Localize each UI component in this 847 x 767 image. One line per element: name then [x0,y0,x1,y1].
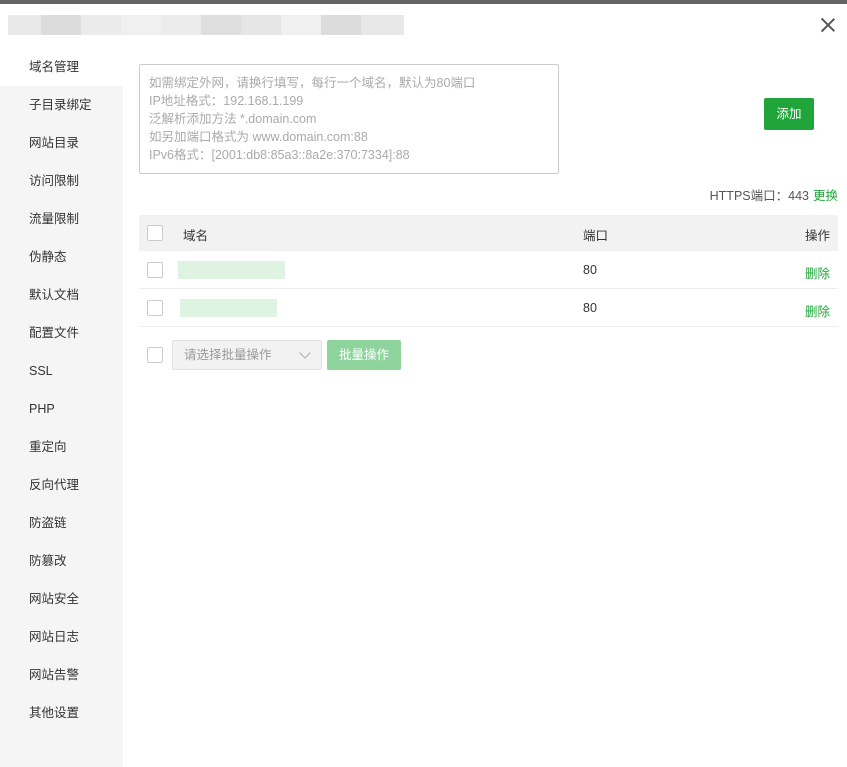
sidebar-item-site-security[interactable]: 网站安全 [0,580,123,618]
column-header-domain: 域名 [183,229,209,243]
main-panel: 如需绑定外网，请换行填写，每行一个域名，默认为80端口 IP地址格式：192.1… [123,48,847,767]
domain-redacted [178,261,285,279]
batch-select-all-checkbox[interactable] [147,347,163,363]
change-https-port-link[interactable]: 更换 [813,189,838,203]
delete-link[interactable]: 删除 [805,301,830,320]
sidebar-item-tamper-protection[interactable]: 防篡改 [0,542,123,580]
sidebar-item-redirect[interactable]: 重定向 [0,428,123,466]
row-checkbox[interactable] [147,300,163,316]
domain-textarea[interactable]: 如需绑定外网，请换行填写，每行一个域名，默认为80端口 IP地址格式：192.1… [139,64,559,174]
dialog-title-redacted [8,15,424,35]
sidebar-item-config-file[interactable]: 配置文件 [0,314,123,352]
sidebar-item-ssl[interactable]: SSL [0,352,123,390]
table-row: 80 删除 [139,251,838,289]
domain-table: 域名 端口 操作 80 删除 80 删除 [139,215,838,327]
sidebar-item-access-restriction[interactable]: 访问限制 [0,162,123,200]
sidebar-item-rewrite[interactable]: 伪静态 [0,238,123,276]
sidebar: 域名管理 子目录绑定 网站目录 访问限制 流量限制 伪静态 默认文档 配置文件 … [0,48,123,767]
select-all-checkbox[interactable] [147,225,163,241]
table-header: 域名 端口 操作 [139,215,838,251]
sidebar-item-reverse-proxy[interactable]: 反向代理 [0,466,123,504]
domain-redacted [180,299,277,317]
sidebar-item-hotlink-protection[interactable]: 防盗链 [0,504,123,542]
batch-operation-select[interactable]: 请选择批量操作 [172,340,322,370]
table-row: 80 删除 [139,289,838,327]
row-checkbox[interactable] [147,262,163,278]
placeholder-line: 如需绑定外网，请换行填写，每行一个域名，默认为80端口 [149,76,476,90]
batch-operation-button[interactable]: 批量操作 [327,340,401,370]
sidebar-item-site-directory[interactable]: 网站目录 [0,124,123,162]
column-header-port: 端口 [583,229,609,243]
dialog-header [0,4,847,48]
sidebar-item-site-alerts[interactable]: 网站告警 [0,656,123,694]
chevron-down-icon [299,347,311,359]
port-cell: 80 [583,263,597,277]
sidebar-item-traffic-limit[interactable]: 流量限制 [0,200,123,238]
https-port-line: HTTPS端口：443 更换 [710,185,838,204]
sidebar-item-default-document[interactable]: 默认文档 [0,276,123,314]
sidebar-item-site-logs[interactable]: 网站日志 [0,618,123,656]
placeholder-line: 如另加端口格式为 www.domain.com:88 [149,130,368,144]
batch-operations: 请选择批量操作 批量操作 [139,340,539,370]
sidebar-item-subdirectory-binding[interactable]: 子目录绑定 [0,86,123,124]
column-header-action: 操作 [804,229,830,243]
sidebar-item-other-settings[interactable]: 其他设置 [0,694,123,732]
port-cell: 80 [583,301,597,315]
batch-select-placeholder: 请选择批量操作 [184,348,272,362]
delete-link[interactable]: 删除 [805,263,830,282]
placeholder-line: 泛解析添加方法 *.domain.com [149,112,317,126]
sidebar-item-domain-management[interactable]: 域名管理 [0,48,123,86]
placeholder-line: IPv6格式：[2001:db8:85a3::8a2e:370:7334]:88 [149,148,410,162]
sidebar-item-php[interactable]: PHP [0,390,123,428]
https-port-text: HTTPS端口：443 [709,189,809,203]
close-icon[interactable] [819,16,837,34]
placeholder-line: IP地址格式：192.168.1.199 [149,94,304,108]
add-domain-button[interactable]: 添加 [764,98,814,130]
